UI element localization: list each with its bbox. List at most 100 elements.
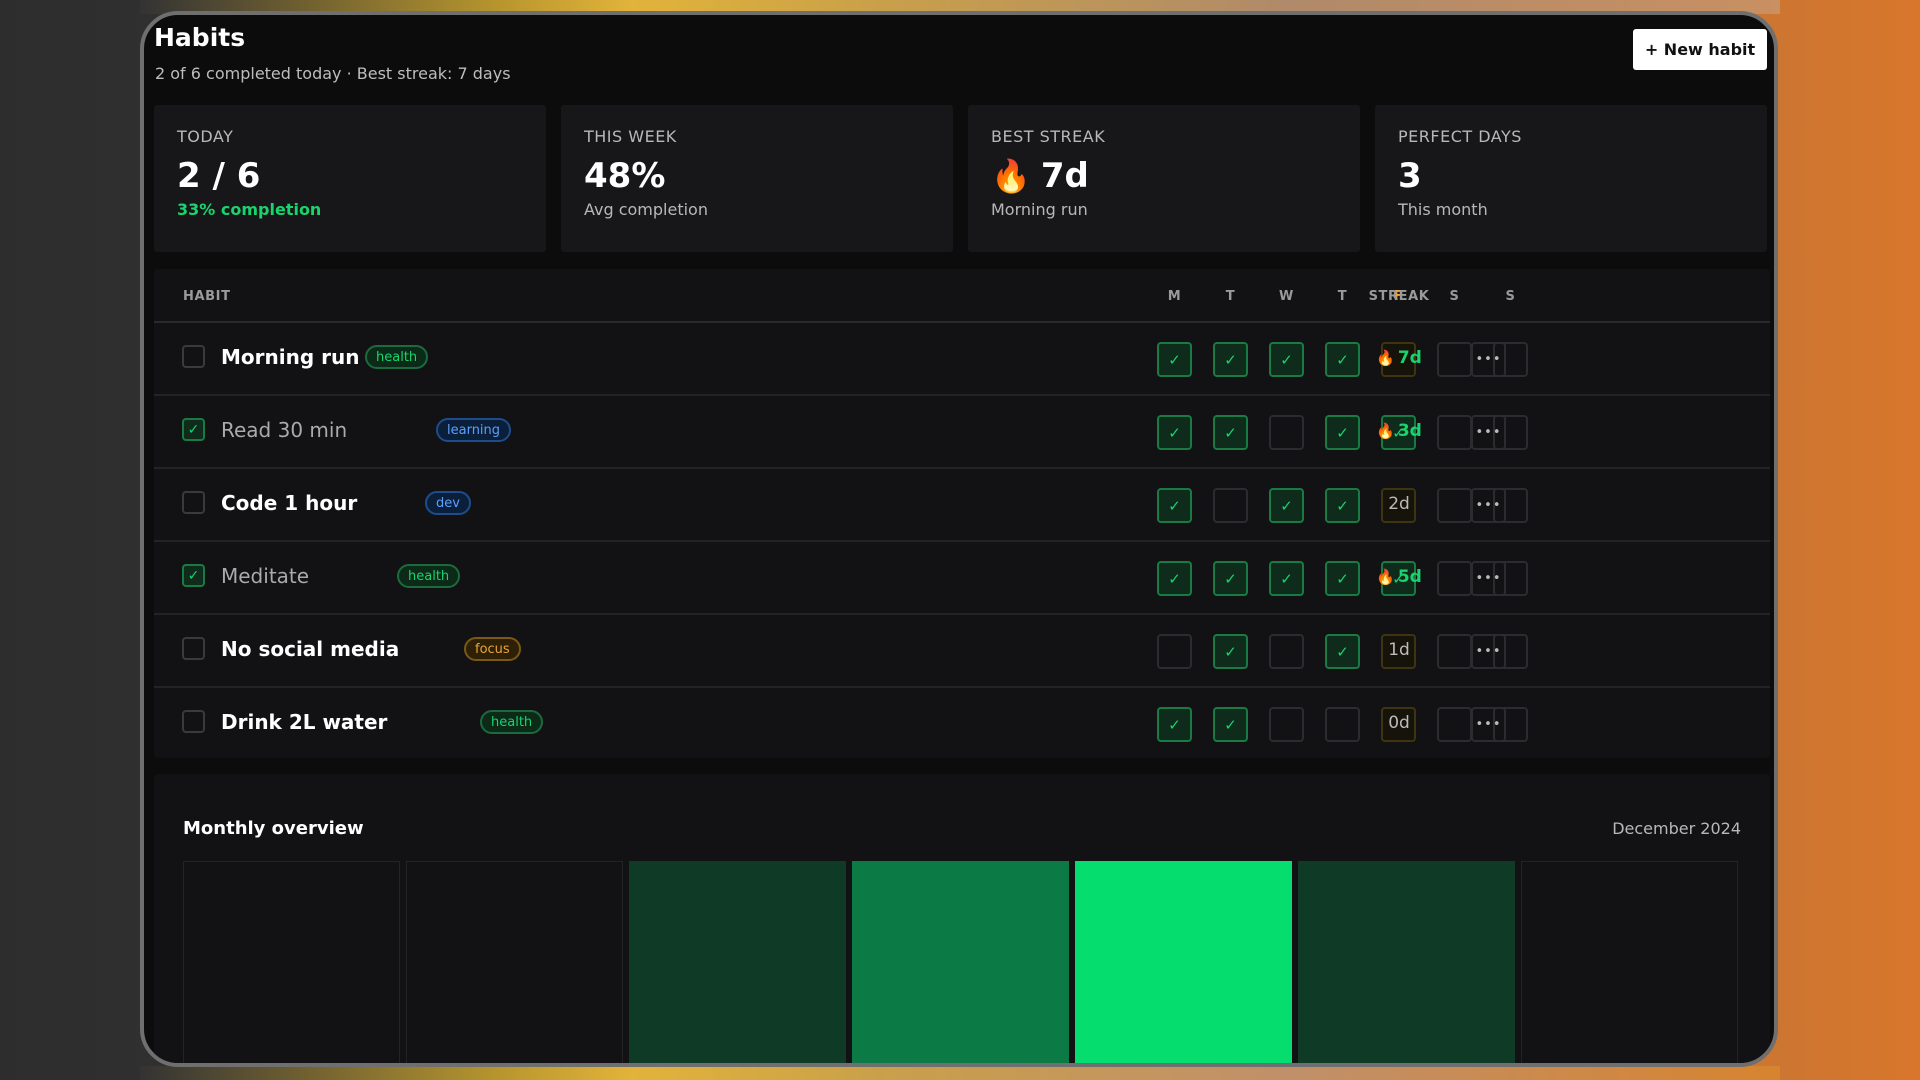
flame-icon: 🔥 xyxy=(991,157,1031,195)
day-toggle[interactable]: ✓ xyxy=(1213,634,1248,669)
day-column-header: S xyxy=(1449,289,1460,304)
habit-checkbox[interactable] xyxy=(182,491,205,514)
more-options-button[interactable]: ••• xyxy=(1471,707,1506,742)
page-subtitle: 2 of 6 completed today · Best streak: 7 … xyxy=(155,64,511,83)
day-toggle[interactable] xyxy=(1437,342,1472,377)
stat-sub: 33% completion xyxy=(177,200,322,219)
more-options-button[interactable]: ••• xyxy=(1471,634,1506,669)
day-toggle[interactable]: ✓ xyxy=(1325,634,1360,669)
more-options-button[interactable]: ••• xyxy=(1471,561,1506,596)
day-toggle[interactable]: ✓ xyxy=(1213,707,1248,742)
habit-name[interactable]: No social media xyxy=(221,637,399,661)
checkmark-icon: ✓ xyxy=(1168,350,1181,369)
ellipsis-icon: ••• xyxy=(1475,571,1502,586)
heatmap-cell xyxy=(406,861,623,1063)
habit-tag: health xyxy=(480,710,544,734)
habit-row: Drink 2L water health ✓ ✓ 0d ••• xyxy=(154,688,1770,759)
day-toggle[interactable]: ✓ xyxy=(1325,342,1360,377)
checkmark-icon: ✓ xyxy=(1336,642,1349,661)
day-column-header: S xyxy=(1505,289,1516,304)
day-toggle[interactable]: ✓ xyxy=(1325,488,1360,523)
day-toggle[interactable]: ✓ xyxy=(1213,561,1248,596)
stat-value: 🔥 7d xyxy=(991,156,1360,196)
streak-text: 7d xyxy=(1397,348,1422,368)
habit-name[interactable]: Read 30 min xyxy=(221,418,347,442)
day-toggle[interactable] xyxy=(1269,415,1304,450)
day-toggle[interactable] xyxy=(1325,707,1360,742)
checkmark-icon: ✓ xyxy=(187,421,200,438)
ellipsis-icon: ••• xyxy=(1475,498,1502,513)
checkmark-icon: ✓ xyxy=(1336,496,1349,515)
streak-text: 5d xyxy=(1397,567,1422,587)
day-toggle[interactable]: ✓ xyxy=(1157,561,1192,596)
ellipsis-icon: ••• xyxy=(1475,352,1502,367)
flame-icon: 🔥 xyxy=(1376,422,1395,440)
day-column-header: T xyxy=(1225,289,1236,304)
habit-name[interactable]: Meditate xyxy=(221,564,309,588)
day-toggle[interactable] xyxy=(1213,488,1248,523)
backdrop-glow-bottom xyxy=(140,1066,1780,1080)
streak-value: 2d xyxy=(1359,494,1439,514)
habit-checkbox[interactable] xyxy=(182,637,205,660)
habit-row: Code 1 hour dev ✓ ✓ ✓ 2d ••• xyxy=(154,469,1770,542)
new-habit-button[interactable]: + New habit xyxy=(1633,29,1767,70)
checkmark-icon: ✓ xyxy=(1224,642,1237,661)
stat-card: BEST STREAK 🔥 7d Morning run xyxy=(968,105,1360,252)
day-column-header: M xyxy=(1167,289,1182,304)
day-toggle[interactable]: ✓ xyxy=(1325,415,1360,450)
day-toggle[interactable]: ✓ xyxy=(1213,415,1248,450)
day-toggle[interactable] xyxy=(1269,707,1304,742)
heatmap-cell xyxy=(852,861,1069,1063)
checkmark-icon: ✓ xyxy=(1168,423,1181,442)
stat-label: BEST STREAK xyxy=(991,127,1106,146)
checkmark-icon: ✓ xyxy=(1168,496,1181,515)
day-toggle[interactable]: ✓ xyxy=(1157,342,1192,377)
day-toggle[interactable] xyxy=(1269,634,1304,669)
habit-checkbox[interactable] xyxy=(182,345,205,368)
ellipsis-icon: ••• xyxy=(1475,644,1502,659)
day-toggle[interactable]: ✓ xyxy=(1157,415,1192,450)
day-toggle[interactable]: ✓ xyxy=(1157,488,1192,523)
habit-checkbox[interactable] xyxy=(182,710,205,733)
day-toggle[interactable]: ✓ xyxy=(1269,342,1304,377)
habits-table: HABIT MTWTFSS STREAK Morning run health ✓ ✓… xyxy=(154,269,1770,758)
flame-icon: 🔥 xyxy=(1376,349,1395,367)
day-toggle[interactable]: ✓ xyxy=(1325,561,1360,596)
stat-value: 2 / 6 xyxy=(177,156,546,196)
checkmark-icon: ✓ xyxy=(1336,569,1349,588)
habit-name[interactable]: Drink 2L water xyxy=(221,710,387,734)
more-options-button[interactable]: ••• xyxy=(1471,488,1506,523)
habit-row: No social media focus ✓ ✓ 1d ••• xyxy=(154,615,1770,688)
day-column-header: W xyxy=(1279,289,1294,304)
checkmark-icon: ✓ xyxy=(1280,496,1293,515)
habit-name[interactable]: Morning run xyxy=(221,345,359,369)
day-toggle[interactable]: ✓ xyxy=(1157,707,1192,742)
checkmark-icon: ✓ xyxy=(1168,569,1181,588)
checkmark-icon: ✓ xyxy=(187,567,200,584)
habit-name[interactable]: Code 1 hour xyxy=(221,491,357,515)
habit-checkbox[interactable]: ✓ xyxy=(182,564,205,587)
day-toggle[interactable]: ✓ xyxy=(1213,342,1248,377)
more-options-button[interactable]: ••• xyxy=(1471,415,1506,450)
checkmark-icon: ✓ xyxy=(1224,569,1237,588)
day-toggle[interactable]: ✓ xyxy=(1269,561,1304,596)
habit-tag: health xyxy=(365,345,429,369)
habit-tag: dev xyxy=(425,491,471,515)
habit-checkbox[interactable]: ✓ xyxy=(182,418,205,441)
day-toggle[interactable]: ✓ xyxy=(1269,488,1304,523)
stat-value-text: 7d xyxy=(1040,156,1089,196)
ellipsis-icon: ••• xyxy=(1475,425,1502,440)
checkmark-icon: ✓ xyxy=(1280,569,1293,588)
habit-row: Morning run health ✓ ✓ ✓ ✓ 🔥 7d ••• xyxy=(154,323,1770,396)
more-options-button[interactable]: ••• xyxy=(1471,342,1506,377)
streak-value: 0d xyxy=(1359,713,1439,733)
day-toggle[interactable] xyxy=(1157,634,1192,669)
habit-row: ✓ Meditate health ✓ ✓ ✓ ✓ ✓ 🔥 5d ••• xyxy=(154,542,1770,615)
monthly-overview: Monthly overview December 2024 xyxy=(154,774,1770,1063)
day-toggle[interactable] xyxy=(1437,561,1472,596)
day-toggle[interactable] xyxy=(1437,415,1472,450)
day-toggle[interactable] xyxy=(1437,634,1472,669)
ellipsis-icon: ••• xyxy=(1475,717,1502,732)
day-toggle[interactable] xyxy=(1437,488,1472,523)
day-toggle[interactable] xyxy=(1437,707,1472,742)
